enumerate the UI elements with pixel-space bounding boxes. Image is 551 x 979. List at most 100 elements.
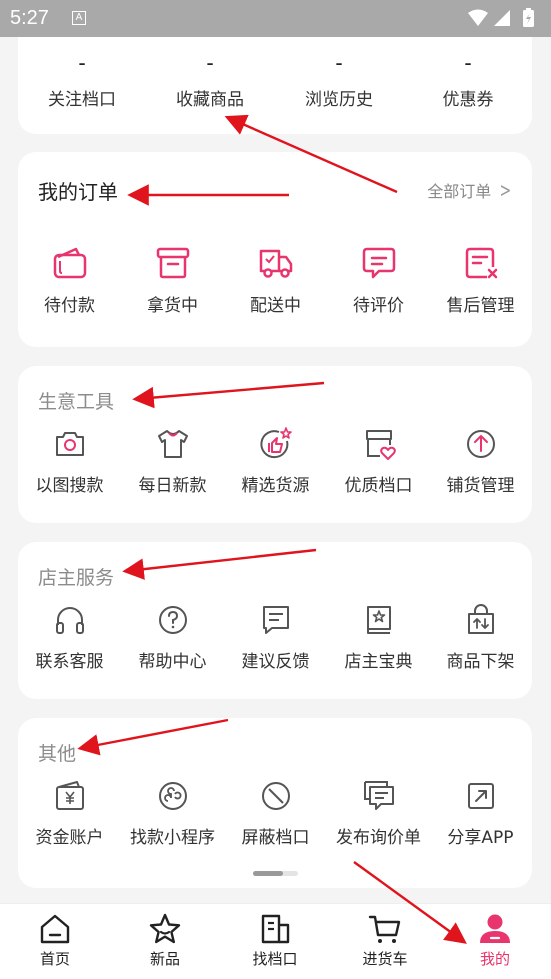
status-bar: 5:27 A xyxy=(0,0,551,37)
tab-mine[interactable]: 我的 xyxy=(440,912,550,969)
all-orders-link[interactable]: 全部订单 > xyxy=(427,178,514,202)
service-owner-guide[interactable]: 店主宝典 xyxy=(327,603,430,672)
all-orders-label: 全部订单 xyxy=(427,182,492,201)
business-tools-card: 生意工具 以图搜款 每日新款 精选货源 优质档口 铺货管理 xyxy=(18,366,532,523)
bottom-tab-bar: 首页 新品 找档口 进货车 我的 xyxy=(0,903,551,979)
tab-label: 找档口 xyxy=(252,950,298,968)
service-item-label: 联系客服 xyxy=(35,652,104,672)
service-item-label: 帮助中心 xyxy=(138,652,207,672)
other-mini-program[interactable]: 找款小程序 xyxy=(121,779,224,848)
tab-cart[interactable]: 进货车 xyxy=(330,912,440,969)
horizontal-scroll-indicator xyxy=(253,871,298,876)
chevron-right-icon: > xyxy=(499,178,512,202)
tab-label: 首页 xyxy=(39,950,70,968)
stat-label: 浏览历史 xyxy=(305,90,373,110)
other-block-stalls[interactable]: 屏蔽档口 xyxy=(224,779,327,848)
other-fund-account[interactable]: 资金账户 xyxy=(18,779,121,848)
order-picking-up[interactable]: 拿货中 xyxy=(121,245,224,316)
tab-label: 进货车 xyxy=(362,950,408,968)
status-icons xyxy=(467,8,541,32)
tab-label: 新品 xyxy=(149,950,180,968)
tool-item-label: 以图搜款 xyxy=(35,476,104,496)
stat-value: - xyxy=(335,50,343,75)
mini-program-icon xyxy=(158,782,187,810)
wallet-icon xyxy=(53,247,86,279)
stat-value: - xyxy=(464,50,472,75)
service-item-label: 建议反馈 xyxy=(241,652,310,672)
cart-icon xyxy=(368,915,401,943)
others-card: 其他 资金账户 找款小程序 屏蔽档口 发布询价单 分享APP xyxy=(18,718,532,888)
yuan-wallet-icon xyxy=(55,781,84,810)
tool-image-search[interactable]: 以图搜款 xyxy=(18,427,121,496)
other-item-label: 分享APP xyxy=(447,828,514,848)
other-share-app[interactable]: 分享APP xyxy=(429,779,532,848)
stat-label: 收藏商品 xyxy=(176,90,244,110)
status-time: 5:27 xyxy=(10,7,49,29)
other-item-label: 屏蔽档口 xyxy=(241,828,310,848)
building-icon xyxy=(261,914,290,944)
thumbs-up-icon xyxy=(259,427,292,459)
other-post-inquiry[interactable]: 发布询价单 xyxy=(327,779,430,848)
tool-distribution-management[interactable]: 铺货管理 xyxy=(429,427,532,496)
other-item-label: 找款小程序 xyxy=(130,828,215,848)
scroll-indicator-thumb xyxy=(253,871,283,876)
service-feedback[interactable]: 建议反馈 xyxy=(224,603,327,672)
stat-value: - xyxy=(206,50,214,75)
store-heart-icon xyxy=(365,430,396,460)
other-item-label: 发布询价单 xyxy=(336,828,421,848)
block-icon xyxy=(261,782,290,810)
tool-daily-new[interactable]: 每日新款 xyxy=(121,427,224,496)
share-icon xyxy=(467,783,494,809)
owner-services-card: 店主服务 联系客服 帮助中心 建议反馈 店主宝典 商品下架 xyxy=(18,542,532,699)
stat-label: 关注档口 xyxy=(48,90,116,110)
wifi-signal-battery-icon xyxy=(468,8,534,27)
truck-icon xyxy=(259,249,292,278)
bag-arrows-icon xyxy=(467,604,494,634)
help-icon xyxy=(158,606,187,634)
service-delist-products[interactable]: 商品下架 xyxy=(429,603,532,672)
orders-card: 我的订单 全部订单 > 待付款 拿货中 配送中 待评价 售后管理 xyxy=(18,152,532,347)
box-icon xyxy=(156,247,189,279)
book-icon xyxy=(366,606,391,634)
tool-item-label: 精选货源 xyxy=(241,476,310,496)
tshirt-icon xyxy=(157,430,188,458)
user-icon xyxy=(480,914,510,943)
order-item-label: 待付款 xyxy=(44,296,95,316)
feedback-icon xyxy=(262,606,289,634)
tab-label: 我的 xyxy=(479,950,510,968)
notification-badge: A xyxy=(72,11,86,25)
tab-home[interactable]: 首页 xyxy=(0,912,110,969)
camera-icon xyxy=(55,432,84,456)
order-delivering[interactable]: 配送中 xyxy=(224,245,327,316)
owner-services-title: 店主服务 xyxy=(38,567,115,589)
service-item-label: 店主宝典 xyxy=(344,652,413,672)
order-item-label: 拿货中 xyxy=(147,296,198,316)
home-icon xyxy=(40,914,70,944)
tool-quality-stalls[interactable]: 优质档口 xyxy=(327,427,430,496)
stat-label: 优惠券 xyxy=(442,90,494,110)
order-after-sales[interactable]: 售后管理 xyxy=(429,245,532,316)
upload-circle-icon xyxy=(466,430,495,458)
order-item-label: 待评价 xyxy=(353,296,404,316)
stats-card: - 关注档口 - 收藏商品 - 浏览历史 - 优惠券 xyxy=(18,37,532,134)
orders-title: 我的订单 xyxy=(38,180,118,204)
order-pending-review[interactable]: 待评价 xyxy=(327,245,430,316)
other-item-label: 资金账户 xyxy=(35,828,104,848)
others-title: 其他 xyxy=(38,743,77,765)
service-item-label: 商品下架 xyxy=(446,652,515,672)
after-sales-icon xyxy=(465,247,497,279)
tool-item-label: 每日新款 xyxy=(138,476,207,496)
tab-find-stalls[interactable]: 找档口 xyxy=(220,912,330,969)
stat-value: - xyxy=(78,50,86,75)
service-help-center[interactable]: 帮助中心 xyxy=(121,603,224,672)
comment-icon xyxy=(362,247,395,279)
order-item-label: 配送中 xyxy=(250,296,301,316)
tab-new-products[interactable]: 新品 xyxy=(110,912,220,969)
headphones-icon xyxy=(55,607,84,634)
order-pending-payment[interactable]: 待付款 xyxy=(18,245,121,316)
tool-item-label: 铺货管理 xyxy=(446,476,515,496)
star-icon xyxy=(149,913,181,944)
inquiry-icon xyxy=(363,781,394,810)
tool-selected-sources[interactable]: 精选货源 xyxy=(224,427,327,496)
service-contact-support[interactable]: 联系客服 xyxy=(18,603,121,672)
